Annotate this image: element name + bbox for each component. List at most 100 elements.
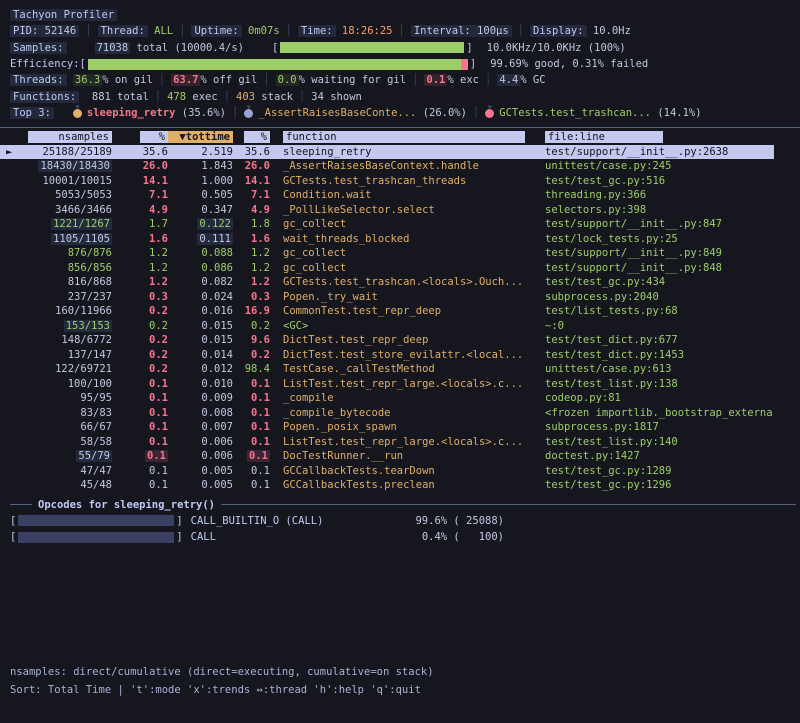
cell-file-line: test/support/__init__.py:849 [545,247,800,259]
top3-function-pct: (14.1%) [651,107,702,119]
app-title: Tachyon Profiler [10,9,117,21]
cell-tottime-value: 0.007 [168,421,233,433]
cell-file-line: ~:0 [545,320,800,332]
cell-nsamples: 816/868 [28,276,112,288]
table-row[interactable]: 95/950.10.0090.1_compilecodeop.py:81 [0,391,800,406]
column-header-tottime[interactable]: ▼tottime [168,131,233,143]
function-stat-value: 881 [92,91,111,103]
cell-file-line: <frozen importlib._bootstrap_externa [545,407,800,419]
cell-cum-pct-value: 0.1 [247,450,270,462]
table-row[interactable]: 137/1470.20.0140.2DictTest.test_store_ev… [0,348,800,363]
cell-cum-pct: 7.1 [233,189,270,201]
table-row[interactable]: 45/480.10.0050.1GCCallbackTests.preclean… [0,478,800,493]
cell-file-line: unittest/case.py:613 [545,363,800,375]
function-stat-value: 403 [236,91,255,103]
functions-label: Functions: [10,91,79,103]
cell-cum-pct: 98.4 [233,363,270,375]
table-row[interactable]: ►25188/2518935.62.51935.6sleeping_retryt… [0,145,800,160]
cell-pct: 0.2 [112,349,168,361]
table-row[interactable]: 100/1000.10.0100.1ListTest.test_repr_lar… [0,377,800,392]
opcodes-dash-right [221,504,796,505]
cell-pct: 1.2 [112,247,168,259]
efficiency-bar [88,59,468,70]
separator-pipe: │ [79,25,97,37]
cell-cum-pct-value: 4.9 [233,204,270,216]
cell-cum-pct: 0.1 [233,392,270,404]
cell-file-line: doctest.py:1427 [545,450,800,462]
cell-pct-value: 7.1 [112,189,168,201]
cell-cum-pct-value: 0.1 [233,407,270,419]
cell-cum-pct: 1.2 [233,276,270,288]
table-row[interactable]: 83/830.10.0080.1_compile_bytecode<frozen… [0,406,800,421]
table-row[interactable]: 18430/1843026.01.84326.0_AssertRaisesBas… [0,159,800,174]
thread-stat-unit: % on gil [102,74,153,86]
cell-file-line: selectors.py:398 [545,204,800,216]
cell-function: GCCallbackTests.tearDown [283,465,545,477]
cell-file-line: threading.py:366 [545,189,800,201]
efficiency-label: Efficiency: [10,58,80,70]
column-header-cum-pct[interactable]: % [233,131,270,143]
table-row[interactable]: 237/2370.30.0240.3Popen._try_waitsubproc… [0,290,800,305]
cell-function: GCTests.test_trashcan.<locals>.Ouch... [283,276,545,288]
column-header-file-line[interactable]: file:line [545,131,800,143]
table-row[interactable]: 1105/11051.60.1111.6wait_threads_blocked… [0,232,800,247]
table-row[interactable]: 58/580.10.0060.1ListTest.test_repr_large… [0,435,800,450]
cell-pct: 1.2 [112,276,168,288]
table-row[interactable]: 876/8761.20.0881.2gc_collecttest/support… [0,246,800,261]
cell-pct-value: 1.7 [112,218,168,230]
cell-pct: 0.1 [112,465,168,477]
cell-tottime-value: 0.006 [168,436,233,448]
cell-tottime: 0.505 [168,189,233,201]
cell-tottime-value: 0.024 [168,291,233,303]
cell-pct: 1.7 [112,218,168,230]
cell-nsamples-value: 137/147 [28,349,112,361]
cell-pct-value: 0.1 [112,421,168,433]
function-stat-value: 478 [167,91,186,103]
table-row[interactable]: 153/1530.20.0150.2<GC>~:0 [0,319,800,334]
column-header-function[interactable]: function [283,131,545,143]
table-row[interactable]: 3466/34664.90.3474.9_PollLikeSelector.se… [0,203,800,218]
table-row[interactable]: 1221/12671.70.1221.8gc_collecttest/suppo… [0,217,800,232]
table-row[interactable]: 148/67720.20.0159.6DictTest.test_repr_de… [0,333,800,348]
cell-nsamples-value: 10001/10015 [28,175,112,187]
cell-file-line: test/test_gc.py:1296 [545,479,800,491]
cell-cum-pct: 0.1 [233,407,270,419]
cell-cum-pct-value: 0.1 [233,479,270,491]
cell-nsamples: 58/58 [28,436,112,448]
cell-nsamples: 45/48 [28,479,112,491]
cell-file-line: test/support/__init__.py:848 [545,262,800,274]
cell-function: DictTest.test_store_evilattr.<local... [283,349,545,361]
column-header-pct[interactable]: % [112,131,168,143]
table-row[interactable]: 66/670.10.0070.1Popen._posix_spawnsubpro… [0,420,800,435]
cell-cum-pct: 0.1 [233,465,270,477]
thread-stat-value: 63.7 [171,74,200,86]
cell-pct-value: 1.2 [112,276,168,288]
table-row[interactable]: 10001/1001514.11.00014.1GCTests.test_tra… [0,174,800,189]
cell-pct-value: 4.9 [112,204,168,216]
cell-tottime: 0.347 [168,204,233,216]
table-row[interactable]: 160/119660.20.01616.9CommonTest.test_rep… [0,304,800,319]
cell-nsamples: 122/69721 [28,363,112,375]
functions-line: Functions: 881 total│478 exec│403 stack│… [10,88,800,104]
cell-nsamples: 856/856 [28,262,112,274]
info-label: Uptime: [191,25,241,37]
cell-nsamples: 95/95 [28,392,112,404]
cell-nsamples-value: 58/58 [28,436,112,448]
table-row[interactable]: 856/8561.20.0861.2gc_collecttest/support… [0,261,800,276]
opcodes-title: Opcodes for sleeping_retry() [32,499,221,511]
cell-nsamples: 55/79 [28,450,112,462]
table-row[interactable]: 816/8681.20.0821.2GCTests.test_trashcan.… [0,275,800,290]
cell-tottime-value: 0.015 [168,320,233,332]
cell-pct: 0.2 [112,334,168,346]
cell-function: wait_threads_blocked [283,233,545,245]
table-row[interactable]: 55/790.10.0060.1DocTestRunner.__rundocte… [0,449,800,464]
table-row[interactable]: 122/697210.20.01298.4TestCase._callTestM… [0,362,800,377]
table-row[interactable]: 5053/50537.10.5057.1Condition.waitthread… [0,188,800,203]
cell-pct-value: 14.1 [112,175,168,187]
function-stat-value: 34 [311,91,324,103]
cell-tottime: 0.122 [168,218,233,230]
cell-cum-pct-value: 1.2 [233,276,270,288]
cell-cum-pct-value: 1.2 [233,247,270,259]
table-row[interactable]: 47/470.10.0050.1GCCallbackTests.tearDown… [0,464,800,479]
column-header-nsamples[interactable]: nsamples [28,131,112,143]
